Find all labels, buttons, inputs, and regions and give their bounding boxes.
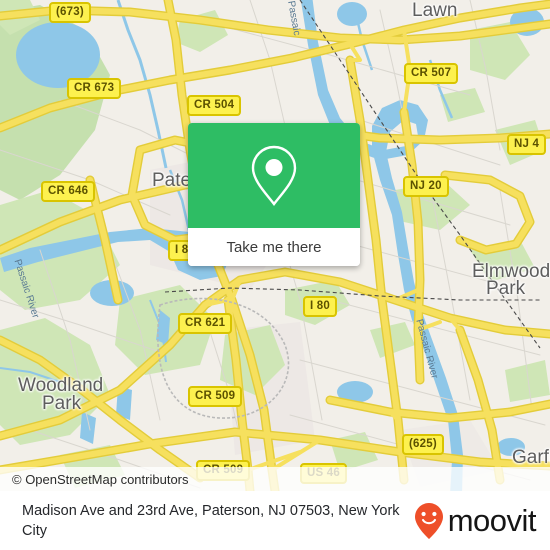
moovit-pin-smile-icon	[414, 502, 443, 539]
shield-cr-673[interactable]: CR 673	[67, 78, 122, 99]
destination-card[interactable]: Take me there	[188, 123, 360, 266]
take-me-there-button[interactable]: Take me there	[188, 228, 360, 266]
address-text: Madison Ave and 23rd Ave, Paterson, NJ 0…	[22, 502, 400, 539]
moovit-wordmark: moovit	[447, 502, 537, 538]
place-label-woodland-park: Park	[42, 393, 82, 414]
footer-bar: Madison Ave and 23rd Ave, Paterson, NJ 0…	[0, 491, 550, 550]
place-label-garfield: Garfie	[512, 447, 550, 468]
shield-625[interactable]: (625)	[402, 434, 444, 455]
shield-cr-673-alt[interactable]: (673)	[49, 2, 91, 23]
attribution-text: © OpenStreetMap contributors	[12, 471, 189, 487]
place-label-lawn: Lawn	[412, 0, 458, 21]
take-me-there-label: Take me there	[226, 238, 322, 256]
shield-cr-621[interactable]: CR 621	[178, 313, 233, 334]
shield-cr-507[interactable]: CR 507	[404, 63, 459, 84]
shield-nj-20[interactable]: NJ 20	[403, 176, 449, 197]
card-pin-area	[188, 123, 360, 228]
shield-nj-4[interactable]: NJ 4	[507, 134, 547, 155]
moovit-logo[interactable]: moovit	[414, 502, 537, 540]
shield-cr-646[interactable]: CR 646	[41, 181, 96, 202]
map-pin-icon	[251, 145, 297, 206]
shield-i-80-east[interactable]: I 80	[303, 296, 337, 317]
screenshot-root: .park { fill:#cfe6b6; } .wood { fill:#c5…	[0, 0, 550, 550]
shield-cr-509-north[interactable]: CR 509	[188, 386, 243, 407]
map-attribution: © OpenStreetMap contributors	[0, 467, 550, 491]
shield-cr-504[interactable]: CR 504	[187, 95, 242, 116]
place-label-elmwood-park: Park	[486, 278, 526, 299]
